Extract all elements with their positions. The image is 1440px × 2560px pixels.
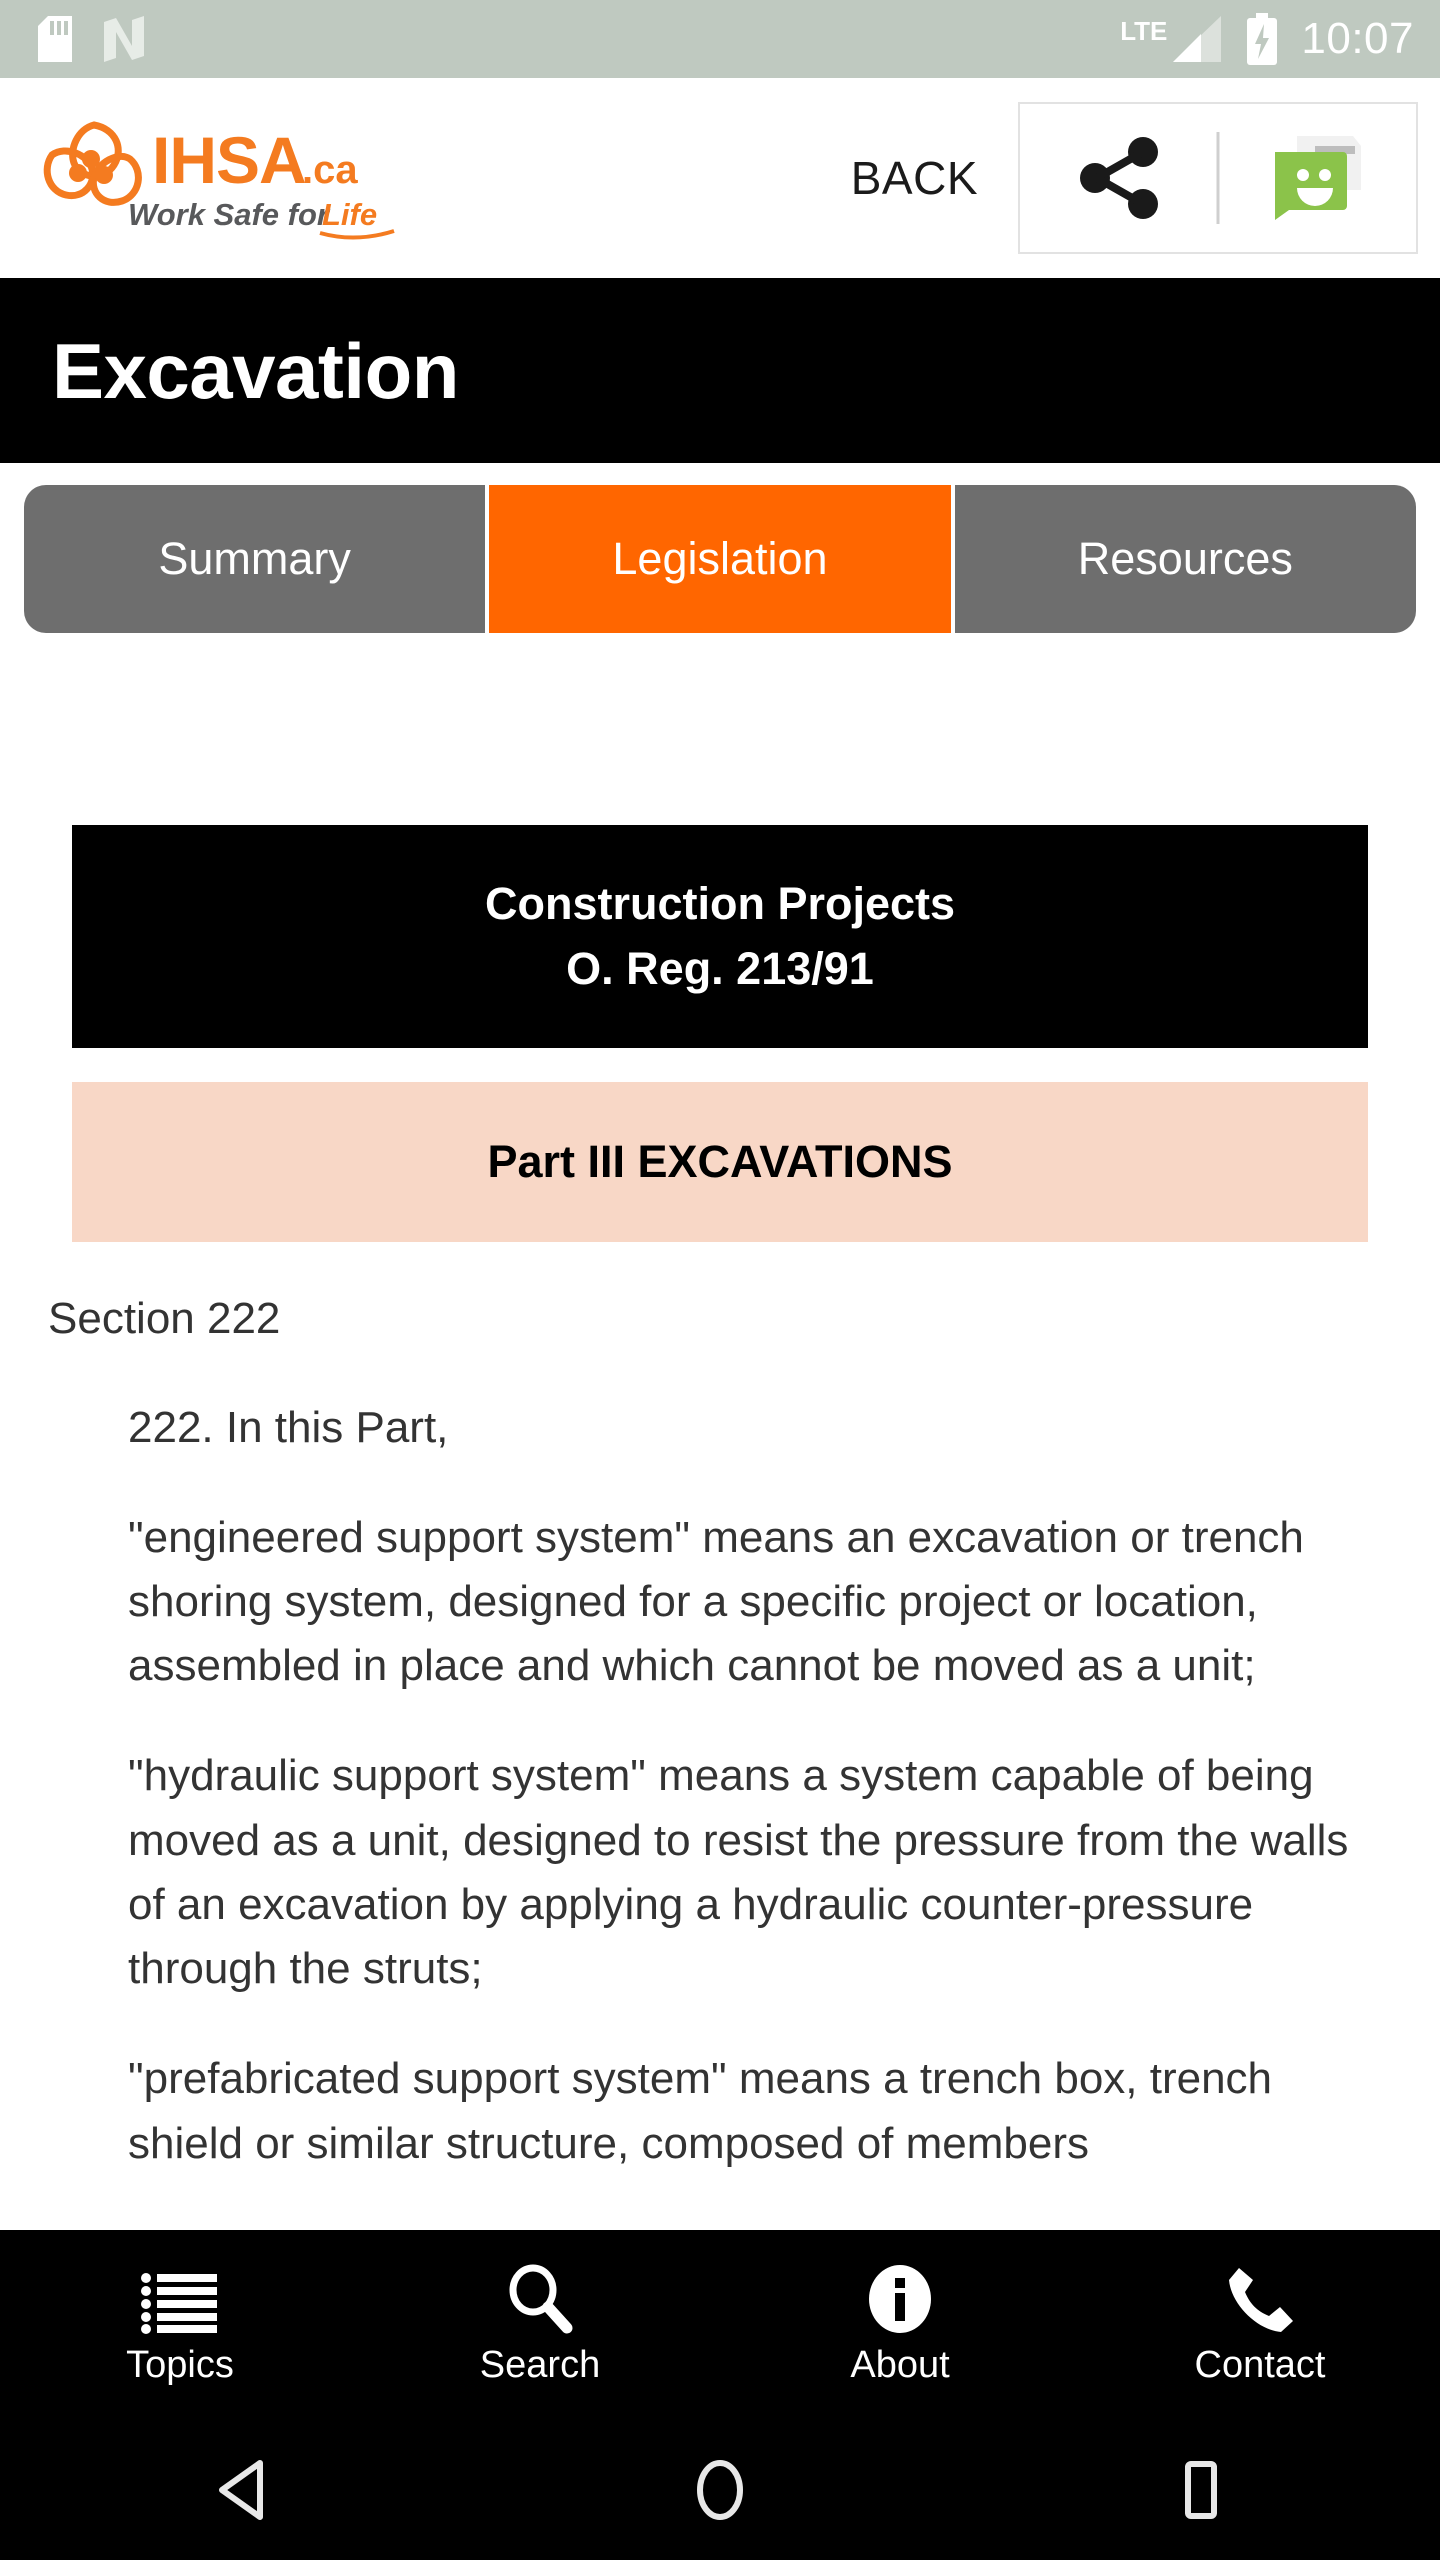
magnifier-icon: [509, 2264, 573, 2334]
nav-item-about[interactable]: About: [720, 2265, 1080, 2386]
network-type-label: LTE: [1120, 16, 1168, 46]
tab-legislation[interactable]: Legislation: [489, 485, 955, 633]
system-recents-button[interactable]: [960, 2459, 1440, 2521]
battery-charging-icon: [1247, 13, 1278, 65]
share-button[interactable]: [1020, 104, 1218, 252]
status-bar-right-icons: LTE 10:07: [1120, 13, 1414, 65]
bulleted-list-icon: [141, 2273, 217, 2334]
paragraph-hydraulic-support-system: "hydraulic support system" means a syste…: [128, 1751, 1349, 1994]
triangle-back-icon: [219, 2460, 263, 2520]
paragraph-engineered-support-system: "engineered support system" means an exc…: [128, 1512, 1304, 1691]
page-title: Excavation: [52, 326, 459, 415]
svg-text:Life: Life: [322, 197, 377, 232]
system-home-button[interactable]: [480, 2459, 960, 2521]
section-label: Section 222: [48, 1293, 281, 1343]
messenger-app-icon: [1275, 136, 1361, 220]
signal-bars-icon: [1173, 16, 1222, 62]
nav-label-search: Search: [479, 2344, 601, 2386]
page-title-bar: Excavation: [0, 278, 1440, 463]
app-header: IHSA .ca Work Safe for Life BACK: [0, 78, 1440, 278]
share-toolbar: [1018, 102, 1418, 254]
svg-text:Work Safe for: Work Safe for: [128, 197, 331, 232]
nav-label-topics: Topics: [126, 2344, 234, 2386]
nfc-n-icon: [104, 16, 144, 62]
regulation-header-box: Construction Projects O. Reg. 213/91: [72, 825, 1368, 1048]
toolbar-divider: [1216, 132, 1220, 224]
ihsa-logo: IHSA .ca Work Safe for Life: [34, 113, 404, 243]
part-banner-text: Part III EXCAVATIONS: [487, 1135, 953, 1187]
circle-home-icon: [697, 2460, 743, 2520]
regulation-number: O. Reg. 213/91: [566, 943, 874, 995]
messenger-share-button[interactable]: [1218, 104, 1416, 252]
tab-resources[interactable]: Resources: [954, 485, 1416, 633]
android-status-bar: LTE 10:07: [0, 0, 1440, 78]
svg-text:IHSA: IHSA: [152, 123, 306, 197]
phone-icon: [1229, 2268, 1293, 2332]
back-button[interactable]: BACK: [841, 141, 1002, 215]
tab-bar: Summary Legislation Resources: [24, 485, 1416, 633]
nav-label-contact: Contact: [1194, 2344, 1326, 2386]
nav-item-contact[interactable]: Contact: [1080, 2266, 1440, 2384]
content-scroll-area[interactable]: Construction Projects O. Reg. 213/91 Par…: [0, 805, 1440, 2230]
system-back-button[interactable]: [0, 2459, 480, 2521]
svg-text:.ca: .ca: [302, 148, 358, 192]
tab-summary[interactable]: Summary: [24, 485, 490, 633]
part-banner: Part III EXCAVATIONS: [72, 1081, 1368, 1242]
paragraph-prefabricated-support-system: "prefabricated support system" means a t…: [128, 2054, 1273, 2168]
paragraph-intro: 222. In this Part,: [128, 1402, 449, 1452]
nav-item-search[interactable]: Search: [360, 2264, 720, 2386]
sd-card-icon: [38, 16, 72, 62]
status-bar-clock: 10:07: [1301, 14, 1414, 63]
nav-label-about: About: [850, 2344, 950, 2386]
square-recents-icon: [1185, 2461, 1217, 2519]
info-circle-icon: [869, 2265, 931, 2333]
regulation-title: Construction Projects: [484, 878, 956, 929]
android-system-nav: [0, 2420, 1440, 2560]
share-icon: [1080, 137, 1158, 219]
bottom-navigation-bar: Topics Search About Contact: [0, 2230, 1440, 2420]
status-bar-left-icons: [38, 16, 146, 62]
nav-item-topics[interactable]: Topics: [0, 2266, 360, 2384]
